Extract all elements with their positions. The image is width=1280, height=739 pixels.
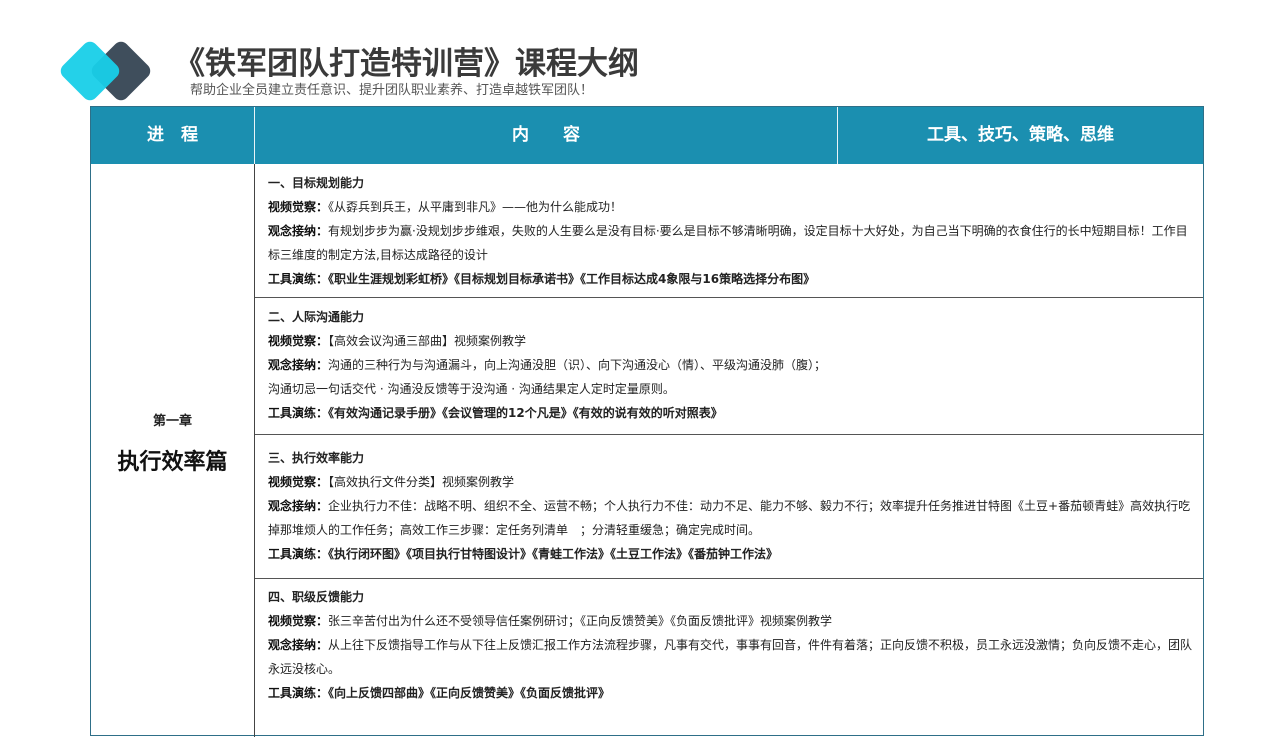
section-heading: 二、人际沟通能力 xyxy=(268,310,365,324)
concept-line: 观念接纳：沟通的三种行为与沟通漏斗，向上沟通没胆（识）、向下沟通没心（情）、平级… xyxy=(268,353,1193,377)
logo xyxy=(56,38,154,108)
concept-text: 有规划步步为赢·没规划步步维艰，失败的人生要么是没有目标·要么是目标不够清晰明确… xyxy=(268,224,1188,262)
video-label: 视频觉察： xyxy=(268,475,329,489)
video-text: 张三辛苦付出为什么还不受领导信任案例研讨；《正向反馈赞美》《负面反馈批评》视频案… xyxy=(328,614,833,628)
concept-text: 从上往下反馈指导工作与从下往上反馈汇报工作方法流程步骤，凡事有交代，事事有回音，… xyxy=(268,638,1193,676)
tools-line: 工具演练：《有效沟通记录手册》《会议管理的12个凡是》《有效的说有效的听对照表》 xyxy=(268,401,1193,425)
concept-line-2: 沟通切忌一句话交代 · 沟通没反馈等于没沟通 · 沟通结果定人定时定量原则。 xyxy=(268,382,675,396)
tools-line: 工具演练：《职业生涯规划彩虹桥》《目标规划目标承诺书》《工作目标达成4象限与16… xyxy=(268,267,1193,291)
concept-line: 观念接纳：从上往下反馈指导工作与从下往上反馈汇报工作方法流程步骤，凡事有交代，事… xyxy=(268,633,1193,681)
concept-text: 企业执行力不佳：战略不明、组织不全、运营不畅；个人执行力不佳：动力不足、能力不够… xyxy=(268,499,1191,537)
tools-text: 《执行闭环图》《项目执行甘特图设计》《青蛙工作法》《土豆工作法》《番茄钟工作法》 xyxy=(328,547,779,561)
tools-label: 工具演练： xyxy=(268,272,329,286)
table-header: 进 程 内 容 工具、技巧、策略、思维 xyxy=(91,107,1203,164)
tools-text: 《向上反馈四部曲》《正向反馈赞美》《负面反馈批评》 xyxy=(328,686,611,700)
tools-line: 工具演练：《向上反馈四部曲》《正向反馈赞美》《负面反馈批评》 xyxy=(268,681,1193,705)
column-header-content: 内 容 xyxy=(512,125,580,145)
chapter-title: 执行效率篇 xyxy=(117,450,228,475)
tools-text: 《职业生涯规划彩虹桥》《目标规划目标承诺书》《工作目标达成4象限与16策略选择分… xyxy=(328,272,816,286)
syllabus-table: 进 程 内 容 工具、技巧、策略、思维 第一章 执行效率篇 一、目标规划能力 视… xyxy=(90,106,1204,739)
section-execution: 三、执行效率能力 视频觉察：【高效执行文件分类】视频案例教学 观念接纳：企业执行… xyxy=(255,435,1203,579)
concept-text: 沟通的三种行为与沟通漏斗，向上沟通没胆（识）、向下沟通没心（情）、平级沟通没肺（… xyxy=(328,358,827,372)
video-line: 视频觉察：【高效执行文件分类】视频案例教学 xyxy=(268,470,1193,494)
tools-line: 工具演练：《执行闭环图》《项目执行甘特图设计》《青蛙工作法》《土豆工作法》《番茄… xyxy=(268,542,1193,566)
video-label: 视频觉察： xyxy=(268,334,329,348)
video-line: 视频觉察：《从孬兵到兵王，从平庸到非凡》——他为什么能成功！ xyxy=(268,195,1193,219)
concept-line: 观念接纳：企业执行力不佳：战略不明、组织不全、运营不畅；个人执行力不佳：动力不足… xyxy=(268,494,1193,542)
tools-label: 工具演练： xyxy=(268,547,329,561)
chapter-cell: 第一章 执行效率篇 xyxy=(91,164,255,737)
section-feedback: 四、职级反馈能力 视频觉察：张三辛苦付出为什么还不受领导信任案例研讨；《正向反馈… xyxy=(255,579,1203,739)
video-text: 【高效会议沟通三部曲】视频案例教学 xyxy=(328,334,527,348)
column-header-tools: 工具、技巧、策略、思维 xyxy=(927,125,1114,145)
section-heading: 三、执行效率能力 xyxy=(268,451,365,465)
concept-line: 观念接纳：有规划步步为赢·没规划步步维艰，失败的人生要么是没有目标·要么是目标不… xyxy=(268,219,1193,267)
video-text: 【高效执行文件分类】视频案例教学 xyxy=(328,475,515,489)
video-label: 视频觉察： xyxy=(268,200,329,214)
page-subtitle: 帮助企业全员建立责任意识、提升团队职业素养、打造卓越铁军团队！ xyxy=(190,83,594,98)
section-heading: 四、职级反馈能力 xyxy=(268,590,365,604)
video-line: 视频觉察：张三辛苦付出为什么还不受领导信任案例研讨；《正向反馈赞美》《负面反馈批… xyxy=(268,609,1193,633)
concept-label: 观念接纳： xyxy=(268,638,329,652)
chapter-number: 第一章 xyxy=(152,414,192,429)
column-header-progress: 进 程 xyxy=(147,125,198,145)
video-text: 《从孬兵到兵王，从平庸到非凡》——他为什么能成功！ xyxy=(328,200,623,214)
section-goal-planning: 一、目标规划能力 视频觉察：《从孬兵到兵王，从平庸到非凡》——他为什么能成功！ … xyxy=(255,164,1203,298)
concept-label: 观念接纳： xyxy=(268,224,329,238)
video-line: 视频觉察：【高效会议沟通三部曲】视频案例教学 xyxy=(268,329,1193,353)
tools-label: 工具演练： xyxy=(268,686,329,700)
page-title: 《铁军团队打造特训营》课程大纲 xyxy=(174,46,639,82)
video-label: 视频觉察： xyxy=(268,614,329,628)
section-communication: 二、人际沟通能力 视频觉察：【高效会议沟通三部曲】视频案例教学 观念接纳：沟通的… xyxy=(255,298,1203,435)
tools-label: 工具演练： xyxy=(268,406,329,420)
section-heading: 一、目标规划能力 xyxy=(268,176,365,190)
tools-text: 《有效沟通记录手册》《会议管理的12个凡是》《有效的说有效的听对照表》 xyxy=(328,406,723,420)
concept-label: 观念接纳： xyxy=(268,358,329,372)
concept-label: 观念接纳： xyxy=(268,499,329,513)
